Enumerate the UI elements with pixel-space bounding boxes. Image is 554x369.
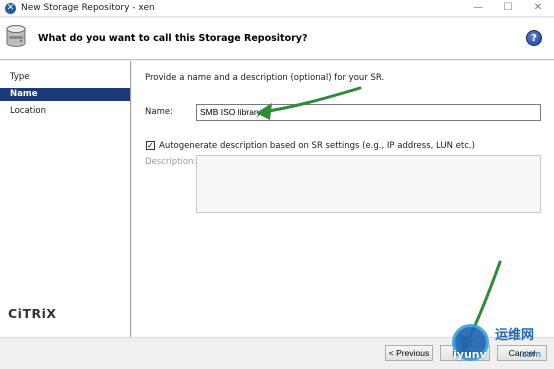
wizard-steps-sidebar: Type Name Location CiTRiX <box>0 61 131 337</box>
window-title: New Storage Repository - xen <box>21 3 155 13</box>
iyunv-watermark: 运维网 iyunv .com <box>449 320 551 365</box>
description-label: Description: <box>145 157 197 167</box>
help-icon[interactable]: ? <box>526 30 542 46</box>
watermark-cn-text: 运维网 <box>495 328 535 343</box>
sidebar-item-type[interactable]: Type <box>0 71 130 84</box>
name-input[interactable]: SMB ISO library <box>196 104 541 121</box>
previous-button[interactable]: < Previous <box>385 345 433 361</box>
description-textarea[interactable] <box>196 155 541 213</box>
watermark-suffix-text: .com <box>519 350 542 360</box>
wizard-content: Provide a name and a description (option… <box>132 61 554 337</box>
close-button[interactable]: ✕ <box>523 0 553 17</box>
intro-text: Provide a name and a description (option… <box>145 73 385 83</box>
title-bar: ✕ New Storage Repository - xen — ☐ ✕ <box>0 0 554 17</box>
watermark-url-text: iyunv <box>453 348 487 361</box>
minimize-button[interactable]: — <box>463 0 493 17</box>
storage-disk-icon <box>6 25 26 47</box>
name-label: Name: <box>145 107 173 117</box>
sidebar-item-location[interactable]: Location <box>0 105 130 118</box>
autogenerate-checkbox[interactable]: ✓ <box>146 141 155 150</box>
wizard-header: What do you want to call this Storage Re… <box>0 18 554 60</box>
autogenerate-label[interactable]: Autogenerate description based on SR set… <box>159 141 475 151</box>
sidebar-item-name[interactable]: Name <box>0 88 130 101</box>
maximize-button[interactable]: ☐ <box>493 0 523 17</box>
citrix-logo: CiTRiX <box>8 306 57 321</box>
page-title: What do you want to call this Storage Re… <box>38 33 308 44</box>
xencenter-app-icon: ✕ <box>5 3 16 14</box>
